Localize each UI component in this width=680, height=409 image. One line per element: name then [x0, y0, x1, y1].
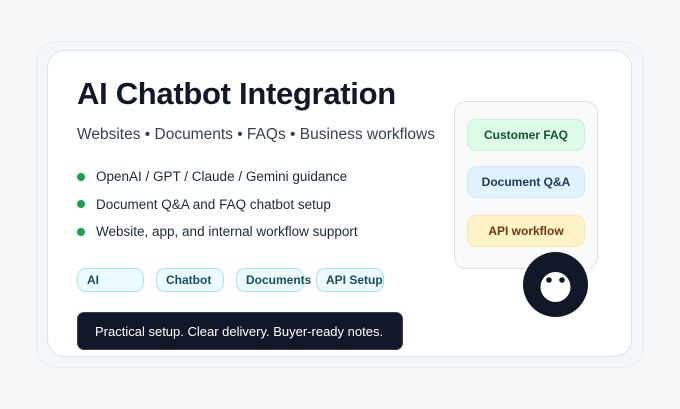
tag-documents: Documents [236, 268, 311, 292]
feature-text: Document Q&A and FAQ chatbot setup [96, 196, 331, 212]
tag-chatbot: Chatbot [156, 268, 224, 292]
page-title: AI Chatbot Integration [77, 76, 396, 111]
green-dot-icon [77, 172, 85, 181]
chatbot-face-icon [540, 272, 571, 302]
use-case-api-workflow: API workflow [467, 215, 585, 247]
use-case-document-qa: Document Q&A [467, 166, 585, 198]
tag-ai: AI [77, 268, 144, 292]
chatbot-avatar [523, 252, 588, 317]
feature-text: OpenAI / GPT / Claude / Gemini guidance [96, 169, 348, 184]
tag-api-setup: API Setup [316, 268, 384, 292]
green-dot-icon [77, 200, 85, 208]
green-dot-icon [77, 227, 85, 236]
feature-list: OpenAI / GPT / Claude / Gemini guidance … [77, 168, 358, 251]
feature-text: Website, app, and internal workflow supp… [96, 224, 358, 239]
feature-item: OpenAI / GPT / Claude / Gemini guidance [77, 168, 358, 185]
use-case-customer-faq: Customer FAQ [467, 119, 585, 151]
page-subtitle: Websites • Documents • FAQs • Business w… [77, 126, 435, 143]
delivery-banner: Practical setup. Clear delivery. Buyer-r… [77, 312, 403, 350]
feature-item: Document Q&A and FAQ chatbot setup [77, 196, 358, 213]
feature-item: Website, app, and internal workflow supp… [77, 223, 358, 240]
